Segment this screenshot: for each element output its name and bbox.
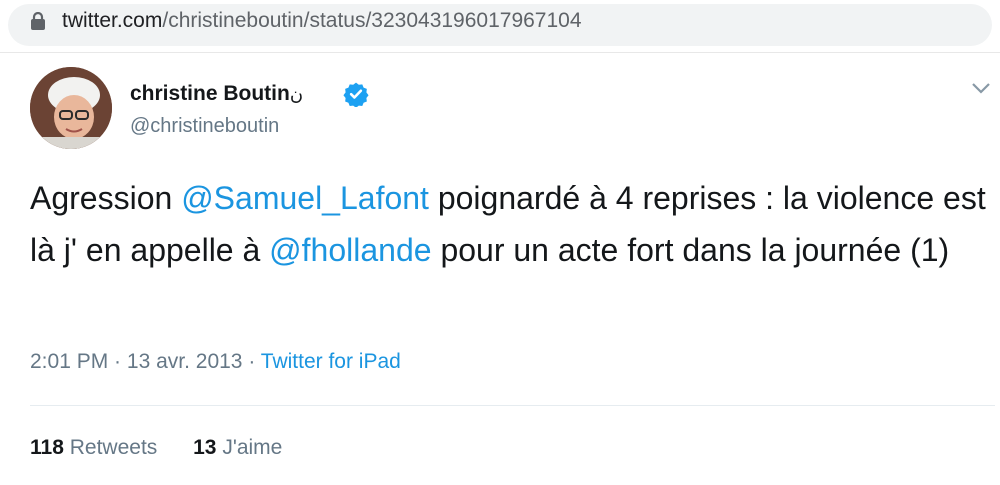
chevron-down-icon[interactable] — [970, 80, 992, 96]
display-name[interactable]: christine Boutinن — [130, 82, 303, 106]
tweet-text: Agression @Samuel_Lafont poignardé à 4 r… — [30, 172, 990, 276]
retweets-label: Retweets — [69, 436, 158, 459]
tweet-text-part: Agression — [30, 180, 182, 216]
url-text[interactable]: twitter.com/christineboutin/status/32304… — [62, 9, 582, 33]
url-host: twitter.com — [62, 9, 163, 32]
meta-separator: · — [242, 350, 261, 373]
likes-count: 13 — [193, 436, 217, 459]
display-name-text: christine Boutin — [130, 82, 290, 105]
tweet-meta: 2:01 PM · 13 avr. 2013 · Twitter for iPa… — [30, 348, 401, 376]
browser-address-bar: twitter.com/christineboutin/status/32304… — [0, 0, 1000, 53]
avatar[interactable] — [30, 67, 112, 149]
tweet-text-part: pour un acte fort dans la journée (1) — [431, 232, 950, 268]
mention-link-samuel-lafont[interactable]: @Samuel_Lafont — [181, 180, 429, 216]
url-path: /christineboutin/status/3230431960179671… — [162, 9, 582, 32]
retweets-count: 118 — [30, 436, 64, 459]
divider — [30, 405, 995, 406]
meta-separator: · — [108, 350, 127, 373]
name-mark: ن — [289, 84, 304, 104]
tweet-stats: 118 Retweets 13 J'aime — [30, 434, 312, 462]
retweets-stat[interactable]: 118 Retweets — [30, 434, 157, 462]
tweet-date[interactable]: 13 avr. 2013 — [127, 350, 243, 373]
avatar-image — [30, 67, 112, 149]
lock-icon[interactable] — [30, 12, 46, 30]
tweet-source-link[interactable]: Twitter for iPad — [261, 350, 401, 373]
user-handle[interactable]: @christineboutin — [130, 114, 279, 138]
mention-link-fhollande[interactable]: @fhollande — [269, 232, 431, 268]
verified-badge-icon — [343, 82, 369, 107]
tweet-time[interactable]: 2:01 PM — [30, 350, 108, 373]
likes-label: J'aime — [222, 436, 283, 459]
likes-stat[interactable]: 13 J'aime — [193, 434, 282, 462]
